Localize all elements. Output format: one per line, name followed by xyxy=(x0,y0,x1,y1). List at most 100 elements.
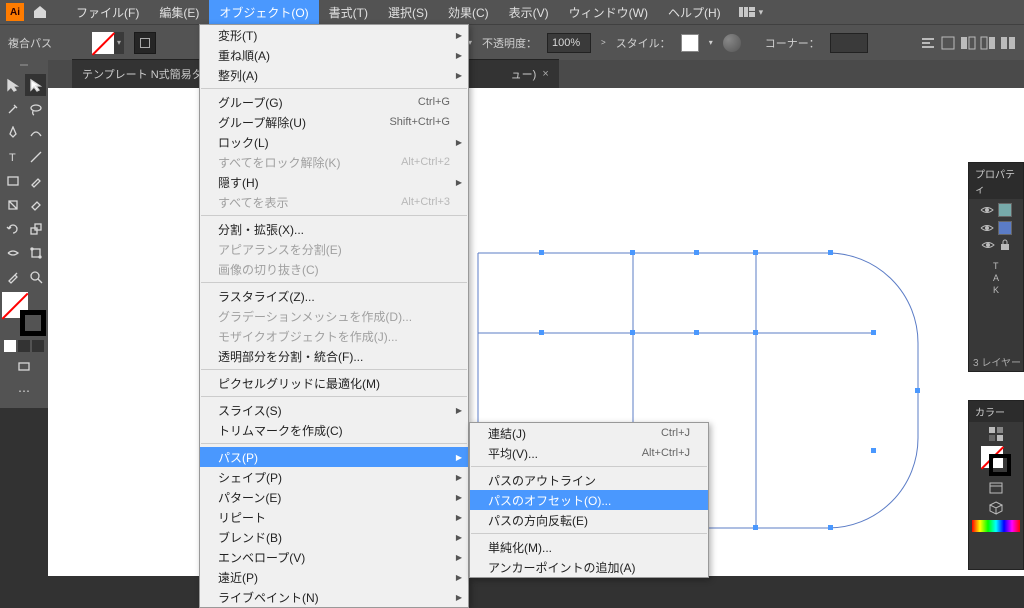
menu-item[interactable]: 透明部分を分割・統合(F)... xyxy=(200,346,468,366)
menu-item[interactable]: ブレンド(B) xyxy=(200,527,468,547)
menu-item: 画像の切り抜き(C) xyxy=(200,259,468,279)
menu-item[interactable]: 遠近(P) xyxy=(200,567,468,587)
app-logo: Ai xyxy=(6,3,24,21)
menu-item[interactable]: パスのオフセット(O)... xyxy=(470,490,708,510)
menu-item: すべてをロック解除(K)Alt+Ctrl+2 xyxy=(200,152,468,172)
line-tool[interactable] xyxy=(25,146,46,168)
menu-ウィンドウ[interactable]: ウィンドウ(W) xyxy=(559,0,658,25)
menu-item[interactable]: リピート xyxy=(200,507,468,527)
menu-効果[interactable]: 効果(C) xyxy=(438,0,499,25)
menu-オブジェクト[interactable]: オブジェクト(O) xyxy=(209,0,318,25)
swatches-icon[interactable] xyxy=(988,426,1004,442)
menu-item[interactable]: ピクセルグリッドに最適化(M) xyxy=(200,373,468,393)
shaper-tool[interactable] xyxy=(2,194,23,216)
panel-fill-stroke[interactable] xyxy=(981,446,1011,476)
selection-tool[interactable] xyxy=(2,74,23,96)
eye-icon[interactable] xyxy=(981,240,995,250)
menu-item[interactable]: 単純化(M)... xyxy=(470,537,708,557)
menu-item[interactable]: 変形(T) xyxy=(200,25,468,45)
width-tool[interactable] xyxy=(2,242,23,264)
menu-item: グラデーションメッシュを作成(D)... xyxy=(200,306,468,326)
color-spectrum[interactable] xyxy=(972,520,1020,532)
library-icon[interactable] xyxy=(988,480,1004,496)
stroke-swatch[interactable] xyxy=(134,32,156,54)
paintbrush-tool[interactable] xyxy=(25,170,46,192)
pen-tool[interactable] xyxy=(2,122,23,144)
menu-item[interactable]: ライブペイント(N) xyxy=(200,587,468,607)
menu-選択[interactable]: 選択(S) xyxy=(378,0,438,25)
opacity-input[interactable]: 100% xyxy=(547,33,591,53)
menu-item[interactable]: 平均(V)...Alt+Ctrl+J xyxy=(470,443,708,463)
eye-icon[interactable] xyxy=(980,223,994,233)
menu-item[interactable]: 分割・拡張(X)... xyxy=(200,219,468,239)
menu-item[interactable]: 整列(A) xyxy=(200,65,468,85)
menu-item[interactable]: アンカーポイントの追加(A) xyxy=(470,557,708,577)
eraser-tool[interactable] xyxy=(25,194,46,216)
corner-input[interactable] xyxy=(830,33,868,53)
fill-swatch[interactable] xyxy=(92,32,114,54)
lock-icon[interactable] xyxy=(999,239,1011,251)
curvature-tool[interactable] xyxy=(25,122,46,144)
eye-icon[interactable] xyxy=(980,205,994,215)
align-icon[interactable] xyxy=(920,35,936,51)
rectangle-tool[interactable] xyxy=(2,170,23,192)
recolor-icon[interactable] xyxy=(723,34,741,52)
menu-ヘルプ[interactable]: ヘルプ(H) xyxy=(658,0,731,25)
menu-ファイル[interactable]: ファイル(F) xyxy=(66,0,149,25)
workspace-icon[interactable] xyxy=(739,7,755,17)
menu-item[interactable]: パス(P) xyxy=(200,447,468,467)
menu-bar: Ai ファイル(F)編集(E)オブジェクト(O)書式(T)選択(S)効果(C)表… xyxy=(0,0,1024,24)
menu-item[interactable]: グループ解除(U)Shift+Ctrl+G xyxy=(200,112,468,132)
arrange-left-icon[interactable] xyxy=(960,35,976,51)
control-bar: 複合パス ▾ 基本 ▾ 不透明度： 100% > スタイル： ▾ コーナー： xyxy=(0,24,1024,60)
direct-selection-tool[interactable] xyxy=(25,74,46,96)
menu-item[interactable]: ラスタライズ(Z)... xyxy=(200,286,468,306)
menu-item[interactable]: パスのアウトライン xyxy=(470,470,708,490)
menu-item[interactable]: パスの方向反転(E) xyxy=(470,510,708,530)
free-transform-tool[interactable] xyxy=(25,242,46,264)
menu-item[interactable]: トリムマークを作成(C) xyxy=(200,420,468,440)
menubar-extras: ▾ xyxy=(739,7,764,18)
menu-編集[interactable]: 編集(E) xyxy=(149,0,209,25)
menu-item[interactable]: スライス(S) xyxy=(200,400,468,420)
color-panel[interactable]: カラー xyxy=(968,400,1024,570)
properties-tab[interactable]: プロパティ xyxy=(969,163,1023,199)
layers-count: 3 レイヤー xyxy=(973,354,1021,369)
cube-icon[interactable] xyxy=(988,500,1004,516)
menu-item[interactable]: ロック(L) xyxy=(200,132,468,152)
menu-item[interactable]: シェイプ(P) xyxy=(200,467,468,487)
corner-label: コーナー： xyxy=(765,35,820,51)
menu-item[interactable]: 重ね順(A) xyxy=(200,45,468,65)
menu-item[interactable]: パターン(E) xyxy=(200,487,468,507)
arrange-split-icon[interactable] xyxy=(1000,35,1016,51)
properties-panel[interactable]: プロパティ TAK 3 レイヤー xyxy=(968,162,1024,372)
fill-dropdown[interactable]: ▾ xyxy=(114,32,124,54)
magic-wand-tool[interactable] xyxy=(2,98,23,120)
edit-toolbar[interactable]: ⋯ xyxy=(13,380,35,402)
close-icon[interactable]: × xyxy=(542,68,548,80)
menu-item[interactable]: エンベロープ(V) xyxy=(200,547,468,567)
path-submenu: 連結(J)Ctrl+J平均(V)...Alt+Ctrl+J パスのアウトラインパス… xyxy=(469,422,709,578)
menu-item[interactable]: 隠す(H) xyxy=(200,172,468,192)
type-tool[interactable]: T xyxy=(2,146,23,168)
zoom-tool[interactable] xyxy=(25,266,46,288)
rotate-tool[interactable] xyxy=(2,218,23,240)
style-swatch[interactable] xyxy=(681,34,699,52)
eyedropper-tool[interactable] xyxy=(2,266,23,288)
screen-mode-tool[interactable] xyxy=(13,356,35,378)
menu-書式[interactable]: 書式(T) xyxy=(319,0,378,25)
lasso-tool[interactable] xyxy=(25,98,46,120)
menu-item[interactable]: 連結(J)Ctrl+J xyxy=(470,423,708,443)
menu-item[interactable]: グループ(G)Ctrl+G xyxy=(200,92,468,112)
menu-item: モザイクオブジェクトを作成(J)... xyxy=(200,326,468,346)
menu-表示[interactable]: 表示(V) xyxy=(499,0,559,25)
draw-mode[interactable] xyxy=(2,340,46,352)
arrange-right-icon[interactable] xyxy=(980,35,996,51)
fill-stroke-control[interactable] xyxy=(2,292,46,336)
home-icon[interactable] xyxy=(32,4,48,20)
color-tab[interactable]: カラー xyxy=(969,401,1023,422)
transform-icon[interactable] xyxy=(940,35,956,51)
svg-text:T: T xyxy=(9,152,16,164)
scale-tool[interactable] xyxy=(25,218,46,240)
opacity-label: 不透明度： xyxy=(482,35,537,51)
